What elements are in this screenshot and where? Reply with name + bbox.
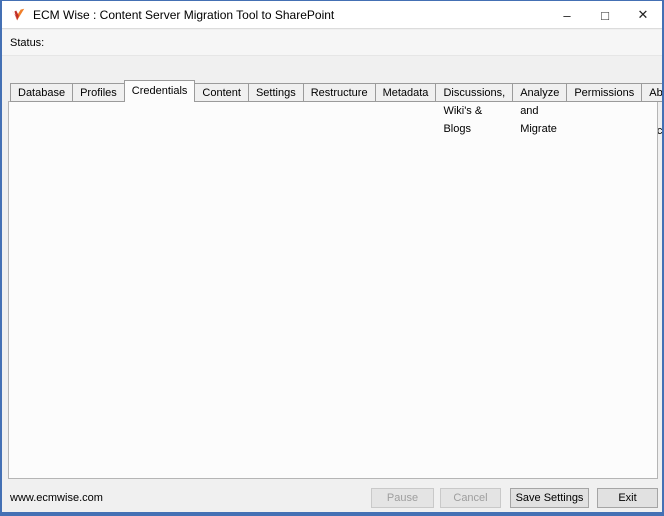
status-bar: Status: [2, 30, 662, 56]
title-bar: ECM Wise : Content Server Migration Tool… [2, 1, 662, 29]
exit-button[interactable]: Exit [597, 488, 658, 508]
tab-profiles[interactable]: Profiles [73, 83, 125, 102]
tab-content[interactable]: Content [195, 83, 249, 102]
window-title: ECM Wise : Content Server Migration Tool… [33, 8, 334, 22]
credentials-tab-panel [8, 101, 658, 479]
tab-settings[interactable]: Settings [249, 83, 304, 102]
save-settings-button[interactable]: Save Settings [510, 488, 589, 508]
minimize-button[interactable]: – [548, 1, 586, 29]
website-link[interactable]: www.ecmwise.com [10, 492, 103, 504]
tab-permissions[interactable]: Permissions [567, 83, 642, 102]
tab-analyze-and-migrate[interactable]: Analyze and Migrate [513, 83, 567, 102]
tab-restructure[interactable]: Restructure [304, 83, 376, 102]
close-button[interactable]: ✕ [624, 1, 662, 29]
cancel-button: Cancel [440, 488, 501, 508]
window-controls: – □ ✕ [548, 1, 662, 29]
tab-discussions-wikis-blogs[interactable]: Discussions, Wiki's & Blogs [436, 83, 513, 102]
tab-database[interactable]: Database [10, 83, 73, 102]
app-logo-icon [9, 7, 27, 23]
tab-about[interactable]: About [642, 83, 664, 102]
tab-metadata[interactable]: Metadata [376, 83, 437, 102]
tab-strip: Database Profiles Credentials Content Se… [10, 80, 664, 102]
status-label: Status: [10, 37, 44, 49]
pause-button: Pause [371, 488, 434, 508]
tab-credentials[interactable]: Credentials [124, 80, 196, 102]
app-window: ECM Wise : Content Server Migration Tool… [0, 0, 664, 516]
maximize-button[interactable]: □ [586, 1, 624, 29]
